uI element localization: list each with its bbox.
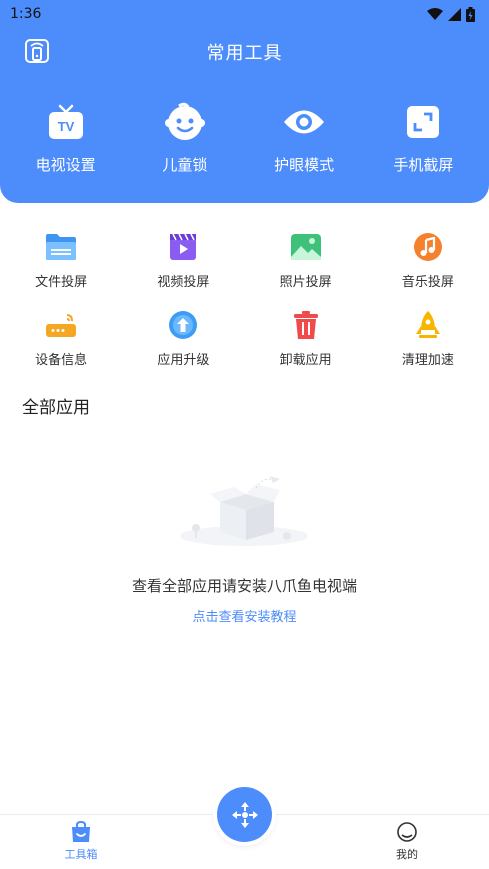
- toolbox-bag-icon: [72, 821, 90, 842]
- photo-cast-tool[interactable]: 照片投屏: [245, 230, 367, 290]
- music-cast-tool[interactable]: 音乐投屏: [367, 230, 489, 290]
- photo-icon: [289, 230, 323, 264]
- nav-toolbox[interactable]: 工具箱: [51, 821, 111, 862]
- header-panel: 1:36 常用工具 TV 电视设置 儿童锁 护眼模式 手机截屏: [0, 0, 489, 203]
- device-info-tool[interactable]: 设备信息: [0, 308, 122, 368]
- app-upgrade-label: 应用升级: [157, 353, 210, 368]
- empty-apps-message: 查看全部应用请安装八爪鱼电视端: [131, 577, 357, 595]
- svg-text:TV: TV: [57, 119, 74, 134]
- page-title: 常用工具: [206, 43, 283, 64]
- photo-cast-label: 照片投屏: [279, 275, 332, 290]
- video-cast-label: 视频投屏: [157, 275, 210, 290]
- trash-icon: [289, 308, 323, 342]
- child-face-icon: [163, 100, 207, 144]
- eye-icon: [282, 100, 326, 144]
- tv-icon: TV: [44, 100, 88, 144]
- screenshot-icon: [401, 100, 445, 144]
- eye-care-tool[interactable]: 护眼模式: [249, 100, 359, 175]
- clean-boost-label: 清理加速: [401, 353, 454, 368]
- app-upgrade-tool[interactable]: 应用升级: [122, 308, 244, 368]
- file-cast-tool[interactable]: 文件投屏: [0, 230, 122, 290]
- eye-care-label: 护眼模式: [274, 156, 335, 174]
- phone-screenshot-tool[interactable]: 手机截屏: [368, 100, 478, 175]
- uninstall-app-tool[interactable]: 卸载应用: [245, 308, 367, 368]
- nav-mine[interactable]: 我的: [377, 821, 437, 862]
- top-tools: TV 电视设置 儿童锁 护眼模式 手机截屏: [0, 100, 489, 175]
- router-icon: [44, 308, 78, 342]
- video-icon: [166, 230, 200, 264]
- status-bar: 1:36: [0, 0, 489, 28]
- nav-toolbox-label: 工具箱: [64, 848, 98, 861]
- tv-settings-tool[interactable]: TV 电视设置: [11, 100, 121, 175]
- device-info-label: 设备信息: [35, 353, 88, 368]
- child-lock-tool[interactable]: 儿童锁: [130, 100, 240, 175]
- rocket-icon: [411, 308, 445, 342]
- video-cast-tool[interactable]: 视频投屏: [122, 230, 244, 290]
- uninstall-app-label: 卸载应用: [279, 353, 332, 368]
- phone-screenshot-label: 手机截屏: [393, 156, 454, 174]
- music-icon: [411, 230, 445, 264]
- move-arrows-icon: [231, 801, 258, 828]
- tv-settings-label: 电视设置: [35, 156, 96, 174]
- signal-icon: [448, 7, 461, 21]
- music-cast-label: 音乐投屏: [401, 275, 454, 290]
- clean-boost-tool[interactable]: 清理加速: [367, 308, 489, 368]
- status-icons: [427, 6, 475, 22]
- file-cast-label: 文件投屏: [35, 275, 88, 290]
- remote-control-fab[interactable]: [217, 787, 272, 842]
- install-tutorial-link[interactable]: 点击查看安装教程: [0, 606, 489, 625]
- empty-box-illustration: [180, 476, 308, 546]
- tools-grid: 文件投屏 视频投屏 照片投屏 音乐投屏 设备信息 应用升级 卸载应用 清理加速: [0, 230, 489, 368]
- battery-icon: [466, 6, 475, 22]
- wifi-icon: [427, 7, 443, 20]
- upgrade-icon: [166, 308, 200, 342]
- title-row: 常用工具: [0, 30, 489, 74]
- child-lock-label: 儿童锁: [162, 156, 208, 174]
- status-time: 1:36: [10, 6, 42, 22]
- all-apps-title: 全部应用: [22, 398, 90, 418]
- nav-mine-label: 我的: [396, 848, 418, 861]
- folder-icon: [44, 230, 78, 264]
- smiley-face-icon: [397, 822, 417, 842]
